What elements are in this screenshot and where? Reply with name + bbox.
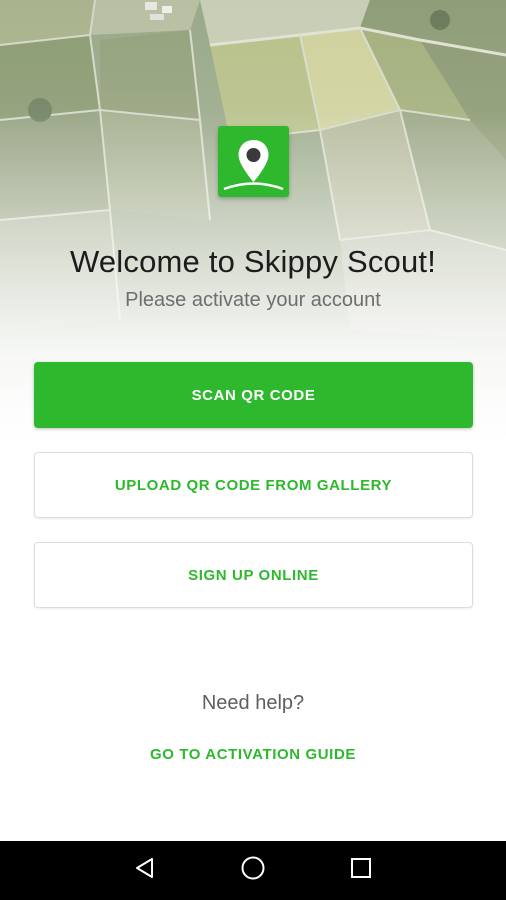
back-triangle-icon (133, 856, 157, 885)
recent-apps-square-icon (350, 857, 372, 884)
scan-qr-code-button[interactable]: SCAN QR CODE (34, 362, 473, 428)
sign-up-online-button[interactable]: SIGN UP ONLINE (34, 542, 473, 608)
system-navigation-bar (0, 841, 506, 900)
welcome-title: Welcome to Skippy Scout! (69, 244, 437, 279)
activation-screen: Welcome to Skippy Scout! Please activate… (0, 0, 506, 900)
map-pin-icon (218, 126, 289, 197)
activation-subtitle: Please activate your account (125, 289, 381, 311)
nav-home-button[interactable] (223, 841, 283, 900)
activation-guide-link[interactable]: GO TO ACTIVATION GUIDE (0, 746, 506, 763)
home-circle-icon (240, 855, 266, 886)
app-logo (218, 126, 289, 197)
nav-recent-apps-button[interactable] (331, 841, 391, 900)
nav-back-button[interactable] (115, 841, 175, 900)
upload-qr-from-gallery-button[interactable]: UPLOAD QR CODE FROM GALLERY (34, 452, 473, 518)
need-help-text: Need help? (201, 692, 305, 714)
